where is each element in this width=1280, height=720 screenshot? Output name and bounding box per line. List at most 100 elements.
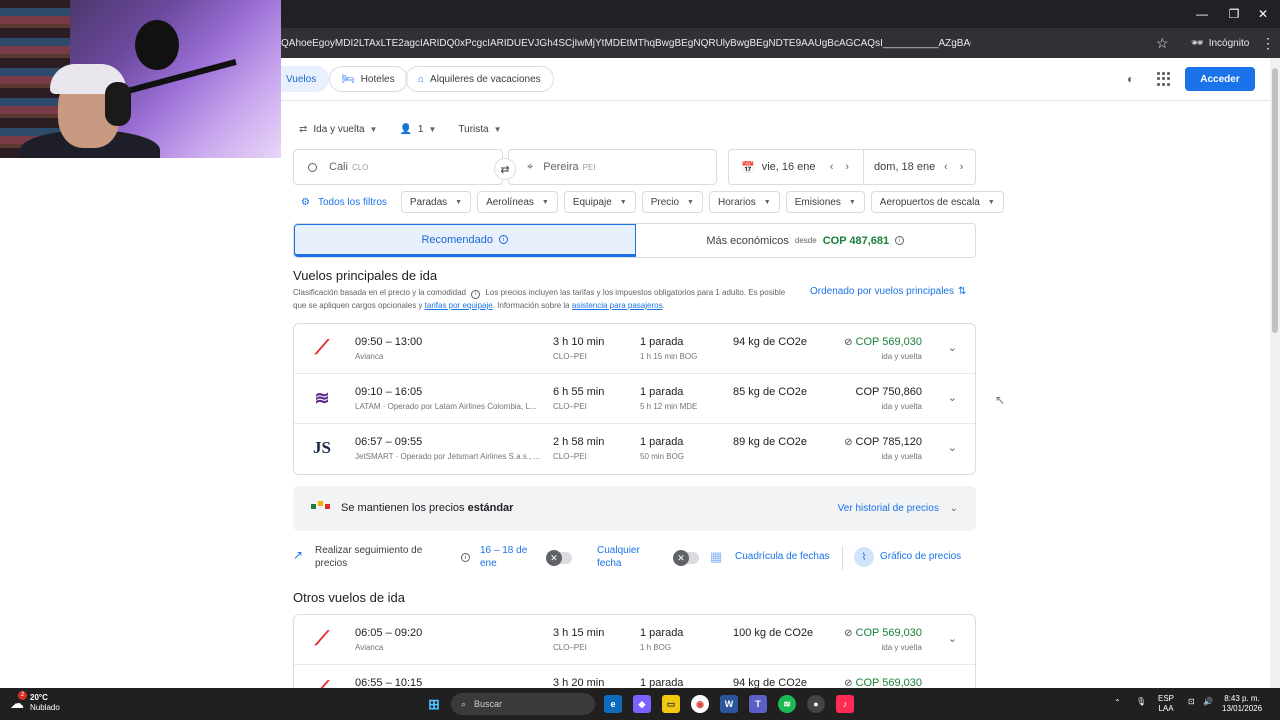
chevron-down-icon[interactable]: ⌄ [948,441,957,454]
filter-chip-price[interactable]: Precio ▼ [641,191,703,213]
chevron-down-icon[interactable]: ⌄ [948,341,957,354]
edge-icon[interactable]: e [604,695,622,713]
signin-button[interactable]: Acceder [1185,67,1255,91]
no-carry-on-icon: ⊘ [844,436,853,448]
info-icon[interactable]: i [895,236,905,245]
prev-return-icon[interactable]: ‹ [944,161,948,173]
swap-arrows-icon: ⇄ [299,124,308,135]
bag-fees-link[interactable]: tarifas por equipaje [425,301,493,310]
mic-icon[interactable]: 🎙 [1136,697,1146,707]
filter-chip-stops[interactable]: Paradas ▼ [400,191,472,213]
weather-desc: Nublado [30,703,60,712]
close-icon[interactable]: ✕ [1246,0,1280,28]
browser-menu-icon[interactable]: ⋮ [1261,35,1275,52]
obs-icon[interactable]: ● [807,695,825,713]
bookmark-star-icon[interactable]: ☆ [1156,35,1169,52]
spotify-icon[interactable]: ≋ [778,695,796,713]
flight-row[interactable]: ⟋ 06:05 – 09:20 Avianca 3 h 15 min CLO–PEI 1 … [294,615,975,665]
calendar-icon: 📅 [741,161,755,174]
tray-chevron-icon[interactable]: ⌃ [1114,698,1121,708]
flight-price: ⊘ COP 785,120 [844,436,922,448]
date-field[interactable]: 📅 vie, 16 ene ‹ › dom, 18 ene ‹ › [728,149,976,185]
word-icon[interactable]: W [720,695,738,713]
nav-tab-hotels[interactable]: 🛏 Hoteles [329,66,408,92]
nav-tab-flights[interactable]: Vuelos [281,66,330,92]
price-history-button[interactable]: Ver historial de precios ⌄ [838,503,958,514]
network-icon[interactable]: ⊡ [1188,697,1195,707]
origin-field[interactable]: Cali CLO [293,149,503,185]
lang-code: ESP [1158,694,1175,703]
nav-tab-vacation-rentals[interactable]: ⌂ Alquileres de vacaciones [405,66,554,92]
caret-down-icon: ▼ [848,198,856,206]
next-return-icon[interactable]: › [960,161,964,173]
copilot-icon[interactable]: ◆ [633,695,651,713]
price-level-icon [311,501,330,509]
incognito-indicator[interactable]: 🕶 Incógnito [1191,38,1249,49]
sort-button[interactable]: Ordenado por vuelos principales ⇅ [810,286,966,297]
filter-chip-times[interactable]: Horarios ▼ [708,191,780,213]
chevron-down-icon[interactable]: ⌄ [948,632,957,645]
filter-chip-layover-airports[interactable]: Aeropuertos de escala ▼ [870,191,1004,213]
scrollbar-thumb[interactable] [1272,68,1278,333]
depart-date[interactable]: vie, 16 ene [762,161,830,173]
weather-widget[interactable]: ☁ 2 20°C Nublado [10,690,60,713]
prev-depart-icon[interactable]: ‹ [830,161,834,173]
destination-field[interactable]: ⌖ Pereira PEI [508,149,717,185]
tab-cheapest[interactable]: Más económicos desde COP 487,681 i [636,224,976,257]
dark-mode-icon[interactable]: ◐ [1127,72,1134,86]
filter-chip-emissions[interactable]: Emisiones ▼ [785,191,865,213]
sort-icon: ⇅ [957,286,967,297]
apps-grid-icon[interactable] [1157,72,1171,86]
co2-emissions: 100 kg de CO2e [733,627,814,639]
url-text[interactable]: QAhoeEgoyMDI2LTAxLTE2agcIARIDQ0xPcgcIARI… [281,38,971,49]
price-insight-banner: Se mantienen los precios estándar Ver hi… [293,486,976,531]
weather-badge: 2 [18,690,27,700]
return-date[interactable]: dom, 18 ene [874,161,944,173]
language-indicator[interactable]: ESP LAA [1158,694,1174,714]
page-scrollbar[interactable] [1270,58,1280,688]
clock-date: 13/01/2026 [1222,704,1263,713]
date-grid-icon: ▦ [710,549,723,564]
date-grid-button[interactable]: Cuadrícula de fechas [735,551,830,562]
taskbar-search[interactable]: ⌕ Buscar [451,693,595,715]
cheapest-price: COP 487,681 [822,234,890,247]
volume-icon[interactable]: 🔊 [1203,697,1213,707]
passenger-assistance-link[interactable]: asistencia para pasajeros [572,301,663,310]
tiktok-icon[interactable]: ♪ [836,695,854,713]
filter-chip-bags[interactable]: Equipaje ▼ [563,191,636,213]
clock[interactable]: 8:43 p. m. 13/01/2026 [1222,694,1262,714]
tab-recommended[interactable]: Recomendado i [294,224,636,257]
top-navigation: Vuelos 🛏 Hoteles ⌂ Alquileres de vacacio… [281,58,1270,101]
file-explorer-icon[interactable]: ▭ [662,695,680,713]
flight-row[interactable]: ⟋ 09:50 – 13:00 Avianca 3 h 10 min CLO–PEI 1 … [294,324,975,374]
cabin-select[interactable]: Turista ▼ [458,124,501,135]
filter-chip-airlines[interactable]: Aerolíneas ▼ [477,191,558,213]
info-icon[interactable]: i [461,553,470,562]
address-bar[interactable]: QAhoeEgoyMDI2LTAxLTE2agcIARIDQ0xPcgcIARI… [281,28,1280,58]
windows-start-icon[interactable]: ⊞ [425,695,443,713]
airline-logo: ≋ [310,386,334,410]
sort-tabs: Recomendado i Más económicos desde COP 4… [293,223,976,258]
all-filters-button[interactable]: ⚙ Todos los filtros [293,191,395,213]
price-graph-button[interactable]: Gráfico de precios [880,551,961,562]
flight-times: 06:57 – 09:55 [355,436,423,448]
trip-type-select[interactable]: ⇄ Ida y vuelta ▼ [299,124,377,135]
teams-icon[interactable]: T [749,695,767,713]
track-any-date-toggle[interactable]: ✕ [673,550,699,566]
price-subtitle: ida y vuelta [881,643,922,652]
flight-row[interactable]: ≋ 09:10 – 16:05 LATAM · Operado por Latam … [294,374,975,424]
info-icon[interactable]: i [471,290,481,299]
co2-emissions: 85 kg de CO2e [733,386,807,398]
next-depart-icon[interactable]: › [845,161,849,173]
airline-name: JetSMART · Operado por Jetsmart Airlines… [355,452,541,461]
chrome-icon[interactable]: ◉ [691,695,709,713]
flight-row[interactable]: ⟋06:55 – 10:15Avianca3 h 20 minCLO–PEI1 … [294,665,975,688]
passengers-select[interactable]: 👤 1 ▼ [399,124,436,135]
flight-row[interactable]: JS 06:57 – 09:55 JetSMART · Operado por Je… [294,424,975,474]
track-dates-toggle[interactable]: ✕ [546,550,572,566]
co2-emissions: 94 kg de CO2e [733,336,807,348]
chevron-down-icon[interactable]: ⌄ [948,391,957,404]
info-icon[interactable]: i [499,235,509,244]
minimize-icon[interactable]: — [1185,0,1219,28]
swap-locations-button[interactable]: ⇄ [494,158,516,180]
